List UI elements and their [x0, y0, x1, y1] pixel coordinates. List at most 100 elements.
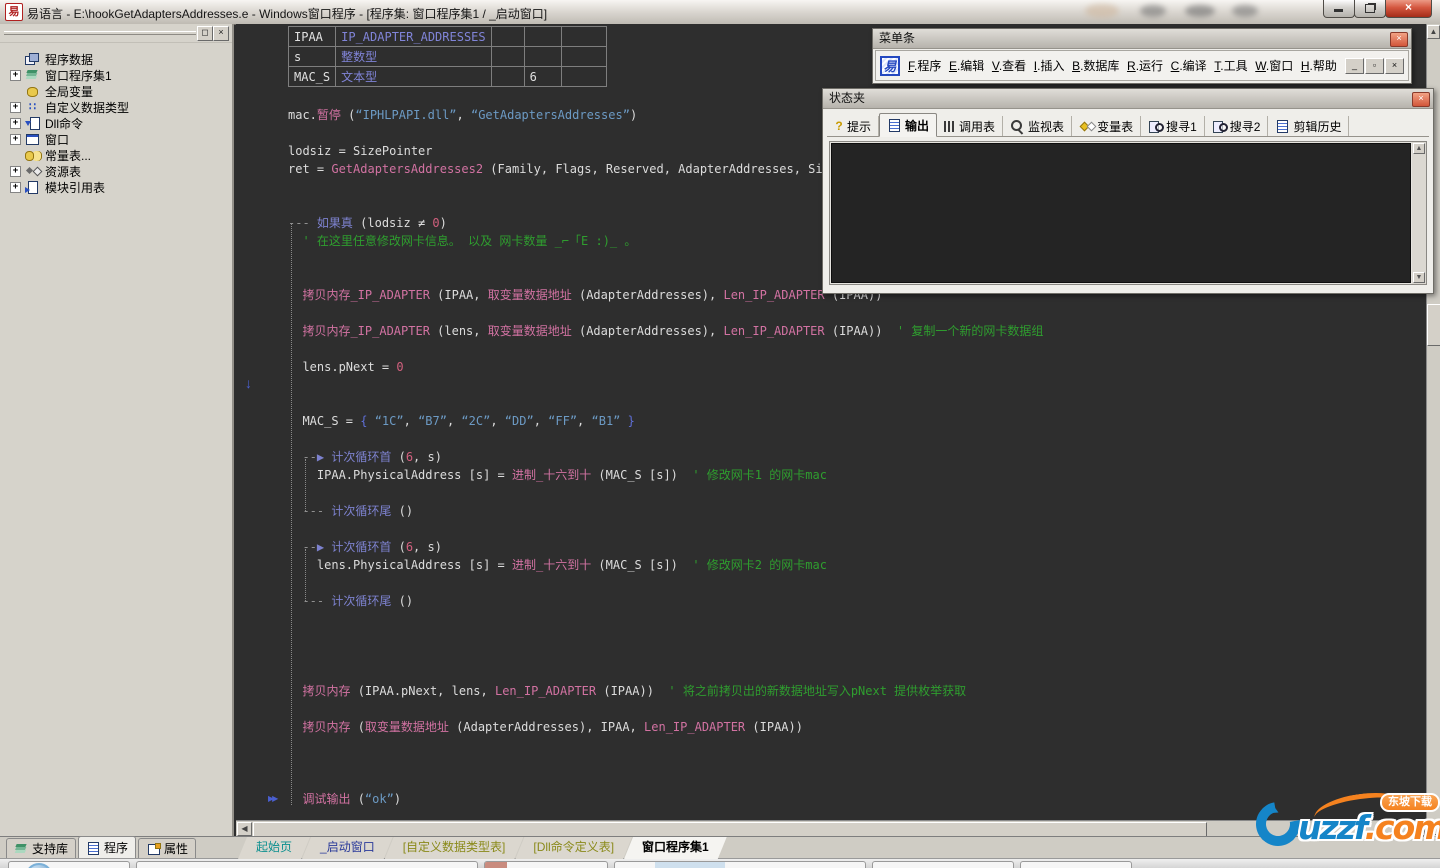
taskbar-thumbnail[interactable] — [1020, 861, 1132, 868]
code-line[interactable]: --▶ 计次循环首 (6, s) — [288, 538, 1043, 556]
status-tab-call-table[interactable]: 调用表 — [937, 116, 1003, 136]
scroll-left-icon[interactable]: ◀ — [237, 822, 252, 836]
variable-row[interactable]: MAC_S文本型6 — [289, 67, 607, 87]
code-line[interactable]: --- 计次循环尾 () — [288, 592, 1043, 610]
horizontal-scroll-thumb[interactable] — [253, 822, 1207, 837]
document-tab-custom-type-table[interactable]: [自定义数据类型表] — [385, 837, 524, 859]
code-line[interactable]: --- 计次循环尾 () — [288, 502, 1043, 520]
expand-plus-icon[interactable]: + — [10, 134, 21, 145]
output-panel[interactable] — [831, 143, 1411, 283]
status-tab-output[interactable]: 输出 — [879, 113, 937, 137]
document-tab-window-assembly-1[interactable]: 窗口程序集1 — [624, 837, 727, 859]
titlebar[interactable]: 易 易语言 - E:\hookGetAdaptersAddresses.e - … — [0, 0, 1440, 25]
menu-close-button[interactable]: × — [1385, 58, 1404, 74]
menu-restore-button[interactable]: ▫ — [1365, 58, 1384, 74]
code-line[interactable] — [288, 574, 1043, 592]
tree-item-program-data[interactable]: 程序数据 — [10, 51, 232, 67]
code-line[interactable]: 拷贝内存 (IPAA.pNext, lens, Len_IP_ADAPTER (… — [288, 682, 1043, 700]
code-line[interactable] — [288, 610, 1043, 628]
status-tab-watch-table[interactable]: 监视表 — [1003, 116, 1072, 136]
menu-item-R[interactable]: R.运行 — [1127, 57, 1163, 74]
document-tab-dll-command-table[interactable]: [Dll命令定义表] — [515, 837, 632, 859]
tree-item-module-ref-table[interactable]: +模块引用表 — [10, 179, 232, 195]
code-line[interactable] — [288, 304, 1043, 322]
expand-plus-icon[interactable]: + — [10, 70, 21, 81]
close-button[interactable]: × — [1385, 0, 1432, 18]
expand-plus-icon[interactable]: + — [10, 118, 21, 129]
variable-row[interactable]: IPAAIP_ADAPTER_ADDRESSES — [289, 27, 607, 47]
panel-tab-program[interactable]: 程序 — [78, 836, 136, 858]
status-tab-search-1[interactable]: 搜寻1 — [1141, 116, 1205, 136]
document-tab-startup-window[interactable]: _启动窗口 — [302, 837, 393, 859]
tree-item-windows[interactable]: +窗口 — [10, 131, 232, 147]
menu-window-close-button[interactable]: × — [1390, 32, 1408, 47]
horizontal-scrollbar[interactable]: ◀ ▶ — [236, 820, 1426, 836]
taskbar-thumbnail[interactable] — [872, 861, 1014, 868]
document-tab-start-page[interactable]: 起始页 — [238, 837, 310, 859]
variable-row[interactable]: s整数型 — [289, 47, 607, 67]
tree-item-resource-table[interactable]: +资源表 — [10, 163, 232, 179]
code-line[interactable]: lens.pNext = 0 — [288, 358, 1043, 376]
expand-plus-icon[interactable]: + — [10, 102, 21, 113]
tree-item-constant-table[interactable]: 常量表... — [10, 147, 232, 163]
menu-item-V[interactable]: V.查看 — [992, 57, 1026, 74]
local-variable-table[interactable]: IPAAIP_ADAPTER_ADDRESSESs整数型MAC_S文本型6 — [288, 26, 607, 87]
expand-plus-icon[interactable]: + — [10, 166, 21, 177]
code-line[interactable] — [288, 340, 1043, 358]
code-line[interactable]: 拷贝内存_IP_ADAPTER (lens, 取变量数据地址 (AdapterA… — [288, 322, 1043, 340]
code-line[interactable]: 拷贝内存 (取变量数据地址 (AdapterAddresses), IPAA, … — [288, 718, 1043, 736]
status-tab-hint[interactable]: ?提示 — [827, 116, 879, 136]
code-line[interactable] — [288, 736, 1043, 754]
menu-window-titlebar[interactable]: 菜单条 × — [873, 29, 1411, 49]
output-scrollbar[interactable]: ▲ ▼ — [1412, 142, 1426, 284]
menu-minimize-button[interactable]: _ — [1345, 58, 1364, 74]
taskbar-thumbnail[interactable] — [136, 861, 478, 868]
scroll-up-icon[interactable]: ▲ — [1427, 25, 1440, 39]
code-line[interactable] — [288, 394, 1043, 412]
code-line[interactable]: IPAA.PhysicalAddress [s] = 进制_十六到十 (MAC_… — [288, 466, 1043, 484]
status-window-close-button[interactable]: × — [1412, 92, 1430, 107]
code-line[interactable] — [288, 700, 1043, 718]
menu-item-C[interactable]: C.编译 — [1171, 57, 1207, 74]
status-tab-clip-history[interactable]: 剪辑历史 — [1268, 116, 1349, 136]
code-line[interactable] — [288, 520, 1043, 538]
code-line[interactable] — [288, 484, 1043, 502]
tree-item-custom-data-types[interactable]: +∷自定义数据类型 — [10, 99, 232, 115]
panel-float-button[interactable]: ◻ — [197, 26, 213, 41]
expand-plus-icon[interactable]: + — [10, 182, 21, 193]
code-line[interactable]: MAC_S = { “1C”, “B7”, “2C”, “DD”, “FF”, … — [288, 412, 1043, 430]
code-line[interactable] — [288, 664, 1043, 682]
scroll-down-icon[interactable]: ▼ — [1413, 272, 1425, 283]
scroll-up-icon[interactable]: ▲ — [1413, 143, 1425, 154]
status-window-titlebar[interactable]: 状态夹 × — [823, 89, 1433, 109]
code-line[interactable] — [288, 646, 1043, 664]
code-line[interactable] — [288, 376, 1043, 394]
status-tab-variable-table[interactable]: 变量表 — [1072, 116, 1141, 136]
panel-tab-properties[interactable]: 属性 — [138, 838, 196, 858]
tree-item-global-variables[interactable]: 全局变量 — [10, 83, 232, 99]
status-tab-search-2[interactable]: 搜寻2 — [1205, 116, 1269, 136]
panel-header[interactable]: ◻ × — [0, 24, 232, 43]
menu-item-T[interactable]: T.工具 — [1214, 57, 1247, 74]
code-line[interactable]: 调试输出 (“ok”) — [288, 790, 1043, 808]
taskbar-thumbnail[interactable] — [484, 861, 608, 868]
menu-item-B[interactable]: B.数据库 — [1072, 57, 1119, 74]
menu-item-E[interactable]: E.编辑 — [949, 57, 984, 74]
menu-item-I[interactable]: I.插入 — [1034, 57, 1065, 74]
tree-item-window-assembly-1[interactable]: +窗口程序集1 — [10, 67, 232, 83]
code-line[interactable] — [288, 628, 1043, 646]
restore-button[interactable] — [1354, 0, 1386, 18]
taskbar-thumbnail[interactable] — [8, 861, 130, 868]
code-line[interactable]: lens.PhysicalAddress [s] = 进制_十六到十 (MAC_… — [288, 556, 1043, 574]
menu-item-W[interactable]: W.窗口 — [1255, 57, 1293, 74]
minimize-button[interactable] — [1323, 0, 1355, 18]
menu-item-H[interactable]: H.帮助 — [1301, 57, 1337, 74]
panel-close-button[interactable]: × — [213, 26, 229, 41]
code-line[interactable]: --▶ 计次循环首 (6, s) — [288, 448, 1043, 466]
taskbar-thumbnail[interactable] — [614, 861, 866, 868]
menu-item-F[interactable]: F.程序 — [908, 57, 941, 74]
code-line[interactable] — [288, 772, 1043, 790]
vertical-scroll-thumb[interactable] — [1427, 304, 1440, 346]
panel-tab-support-lib[interactable]: 支持库 — [6, 838, 76, 858]
code-line[interactable] — [288, 754, 1043, 772]
